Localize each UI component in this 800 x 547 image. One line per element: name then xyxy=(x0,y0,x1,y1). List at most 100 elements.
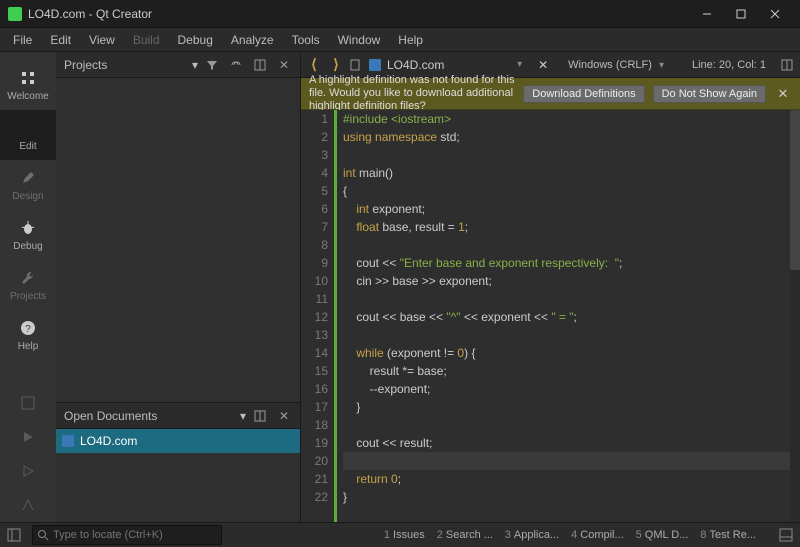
code-line[interactable]: --exponent; xyxy=(343,380,800,398)
panel-close-icon[interactable]: ✕ xyxy=(274,406,294,426)
line-number: 14 xyxy=(301,344,328,362)
menu-analyze[interactable]: Analyze xyxy=(222,30,283,50)
code-line[interactable]: } xyxy=(343,488,800,506)
tab-number: 2 xyxy=(437,529,443,541)
code-line[interactable]: } xyxy=(343,398,800,416)
line-number: 7 xyxy=(301,218,328,236)
open-documents-selector[interactable]: Open Documents ▾ xyxy=(62,409,246,423)
output-tab-3[interactable]: 3Applica... xyxy=(499,529,565,541)
mode-projects: Projects xyxy=(0,260,56,310)
link-icon[interactable] xyxy=(226,55,246,75)
code-line[interactable]: cout << "Enter base and exponent respect… xyxy=(343,254,800,272)
menu-debug[interactable]: Debug xyxy=(169,30,222,50)
output-tab-1[interactable]: 1Issues xyxy=(378,529,431,541)
cursor-position[interactable]: Line: 20, Col: 1 xyxy=(684,59,774,71)
notification-close-icon[interactable]: ✕ xyxy=(774,85,792,103)
bookmark-icon[interactable] xyxy=(349,59,361,71)
nav-back-button[interactable]: ⟨ xyxy=(305,56,323,74)
code-line[interactable] xyxy=(343,146,800,164)
do-not-show-again-button[interactable]: Do Not Show Again xyxy=(653,85,766,103)
search-icon xyxy=(37,529,49,541)
mode-debug[interactable]: Debug xyxy=(0,210,56,260)
code-line[interactable] xyxy=(343,326,800,344)
code-line[interactable]: { xyxy=(343,182,800,200)
menu-help[interactable]: Help xyxy=(389,30,432,50)
menu-window[interactable]: Window xyxy=(329,30,390,50)
editor-close-button[interactable]: ✕ xyxy=(534,58,552,72)
output-tab-8[interactable]: 8Test Re... xyxy=(694,529,762,541)
app-icon xyxy=(8,7,22,21)
code-line[interactable] xyxy=(343,236,800,254)
open-document-name: LO4D.com xyxy=(80,434,137,448)
filter-icon[interactable] xyxy=(202,55,222,75)
open-documents-header: Open Documents ▾ ✕ xyxy=(56,403,300,429)
output-tab-2[interactable]: 2Search ... xyxy=(431,529,499,541)
line-number: 13 xyxy=(301,326,328,344)
code-line[interactable] xyxy=(343,452,800,470)
mode-label: Help xyxy=(18,341,39,352)
minimize-button[interactable] xyxy=(690,2,724,26)
line-number: 10 xyxy=(301,272,328,290)
nav-forward-button[interactable]: ⟩ xyxy=(327,56,345,74)
open-document-item[interactable]: LO4D.com xyxy=(56,429,300,453)
output-tabs: 1Issues2Search ...3Applica...4Compil...5… xyxy=(378,529,768,541)
build-button[interactable] xyxy=(0,488,56,522)
code-line[interactable]: float base, result = 1; xyxy=(343,218,800,236)
tab-label: Test Re... xyxy=(710,529,756,541)
code-line[interactable]: cout << base << "^" << exponent << " = "… xyxy=(343,308,800,326)
code-content[interactable]: #include <iostream>using namespace std; i… xyxy=(337,110,800,522)
file-selector[interactable]: LO4D.com ▾ xyxy=(365,58,530,72)
bug-icon xyxy=(18,218,38,238)
locator-input[interactable] xyxy=(53,529,217,541)
scrollbar-thumb[interactable] xyxy=(790,110,800,270)
run-button[interactable] xyxy=(0,420,56,454)
code-line[interactable]: cin >> base >> exponent; xyxy=(343,272,800,290)
debug-run-button[interactable] xyxy=(0,454,56,488)
menu-edit[interactable]: Edit xyxy=(41,30,80,50)
menubar: FileEditViewBuildDebugAnalyzeToolsWindow… xyxy=(0,28,800,52)
tab-label: Applica... xyxy=(514,529,559,541)
mode-welcome[interactable]: Welcome xyxy=(0,60,56,110)
mode-help[interactable]: ? Help xyxy=(0,310,56,360)
vertical-scrollbar[interactable] xyxy=(790,110,800,522)
code-line[interactable]: int exponent; xyxy=(343,200,800,218)
code-line[interactable] xyxy=(343,416,800,434)
line-number: 21 xyxy=(301,470,328,488)
target-selector-button[interactable] xyxy=(0,386,56,420)
code-line[interactable]: result *= base; xyxy=(343,362,800,380)
output-tab-5[interactable]: 5QML D... xyxy=(630,529,695,541)
panel-close-icon[interactable]: ✕ xyxy=(274,55,294,75)
code-line[interactable]: return 0; xyxy=(343,470,800,488)
code-line[interactable]: #include <iostream> xyxy=(343,110,800,128)
pencil-icon xyxy=(18,118,38,138)
toggle-output-icon[interactable] xyxy=(772,523,800,547)
maximize-button[interactable] xyxy=(724,2,758,26)
line-number: 15 xyxy=(301,362,328,380)
toggle-sidebar-icon[interactable] xyxy=(0,523,28,547)
split-icon[interactable] xyxy=(250,55,270,75)
code-line[interactable]: while (exponent != 0) { xyxy=(343,344,800,362)
code-line[interactable] xyxy=(343,290,800,308)
mode-label: Design xyxy=(12,191,43,202)
download-definitions-button[interactable]: Download Definitions xyxy=(523,85,644,103)
menu-tools[interactable]: Tools xyxy=(283,30,329,50)
close-button[interactable] xyxy=(758,2,792,26)
output-tab-4[interactable]: 4Compil... xyxy=(565,529,630,541)
grid-icon xyxy=(18,68,38,88)
menu-view[interactable]: View xyxy=(80,30,124,50)
editor-split-icon[interactable] xyxy=(778,56,796,74)
code-line[interactable]: cout << result; xyxy=(343,434,800,452)
line-ending-selector[interactable]: Windows (CRLF) ▾ xyxy=(556,59,680,71)
open-documents-panel: Open Documents ▾ ✕ LO4D.com xyxy=(56,402,300,522)
mode-edit[interactable]: Edit xyxy=(0,110,56,160)
code-editor[interactable]: 12345678910111213141516171819202122 #inc… xyxy=(301,110,800,522)
code-line[interactable]: int main() xyxy=(343,164,800,182)
projects-panel-selector[interactable]: Projects ▾ xyxy=(62,58,198,72)
menu-file[interactable]: File xyxy=(4,30,41,50)
mode-label: Projects xyxy=(10,291,46,302)
locator-search[interactable] xyxy=(32,525,222,545)
line-number: 16 xyxy=(301,380,328,398)
help-icon: ? xyxy=(18,318,38,338)
code-line[interactable]: using namespace std; xyxy=(343,128,800,146)
split-icon[interactable] xyxy=(250,406,270,426)
